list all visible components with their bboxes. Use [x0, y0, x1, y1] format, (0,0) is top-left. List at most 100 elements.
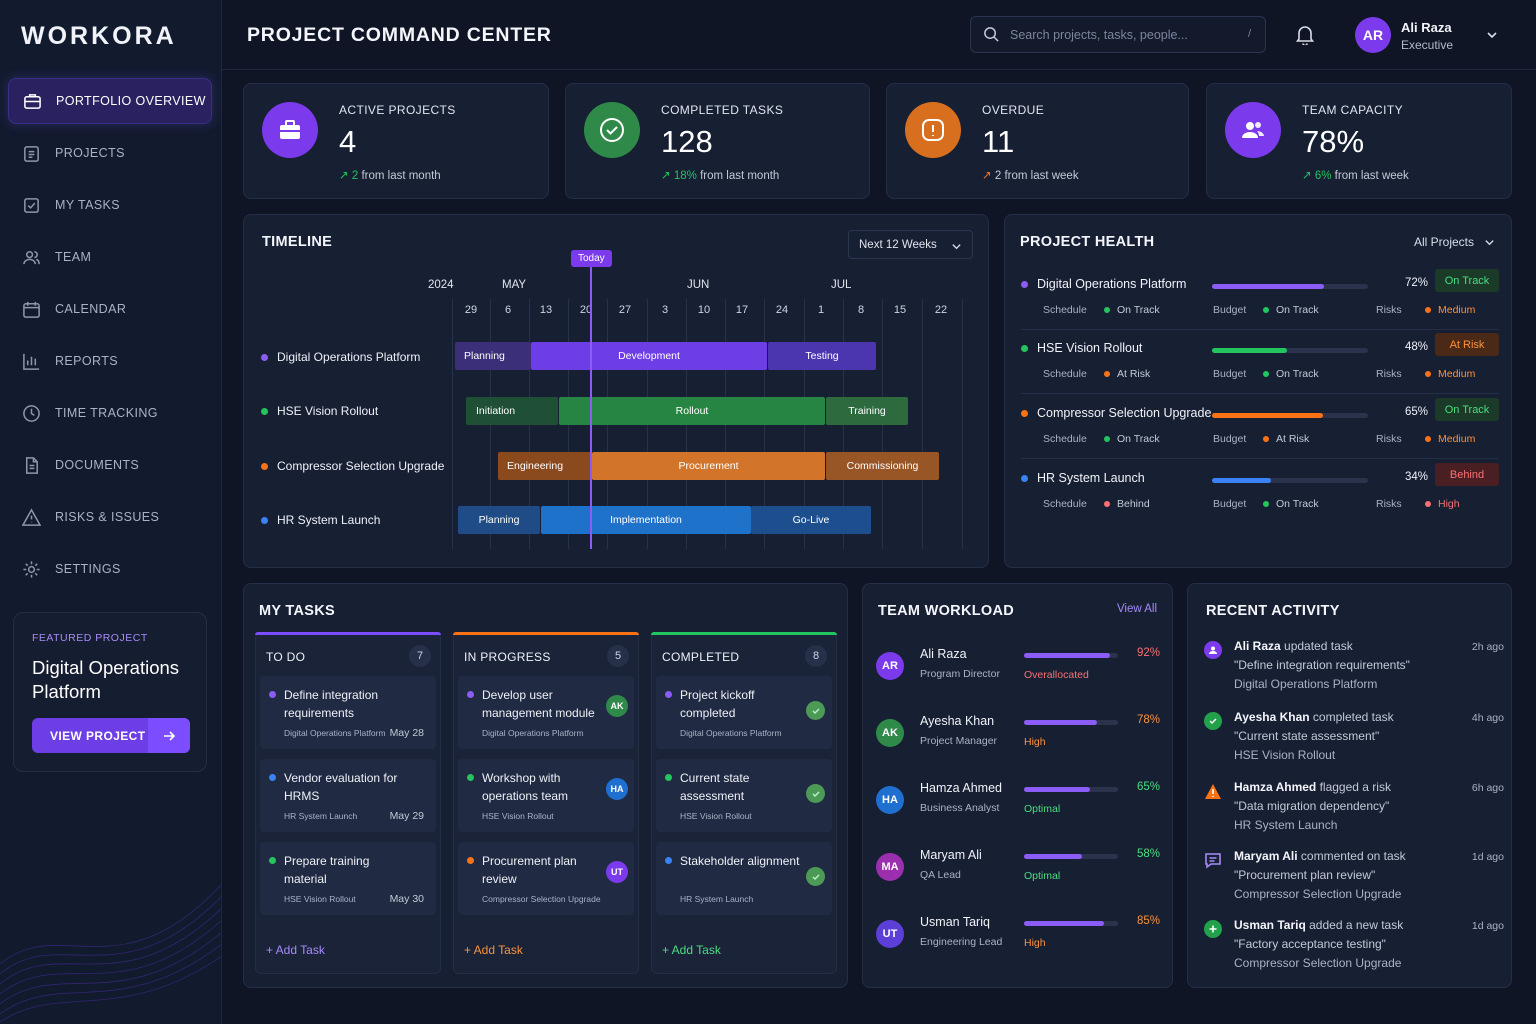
health-progress-fill — [1212, 413, 1323, 418]
nav-risks-issues[interactable]: RISKS & ISSUES — [8, 494, 212, 540]
nav-settings[interactable]: SETTINGS — [8, 546, 212, 592]
budget-status: On Track — [1263, 304, 1319, 316]
task-card[interactable]: Stakeholder alignment HR System Launch — [656, 842, 832, 915]
activity-item[interactable]: Maryam Ali commented on task "Procuremen… — [1204, 849, 1504, 909]
gantt-bar[interactable]: Planning — [455, 342, 531, 370]
workload-fill — [1024, 787, 1090, 792]
workload-track — [1024, 921, 1118, 926]
my-tasks-card: MY TASKS TO DO 7 Define integration requ… — [243, 583, 848, 988]
workload-status: Optimal — [1024, 803, 1061, 815]
nav-reports[interactable]: REPORTS — [8, 338, 212, 384]
workload-row[interactable]: AK Ayesha Khan Project Manager 78% High — [876, 714, 1161, 774]
view-all-link[interactable]: View All — [1117, 603, 1157, 615]
workload-row[interactable]: AR Ali Raza Program Director 92% Overall… — [876, 647, 1161, 707]
workload-status: Optimal — [1024, 870, 1061, 882]
nav-projects[interactable]: PROJECTS — [8, 130, 212, 176]
task-card[interactable]: Project kickoff completed Digital Operat… — [656, 676, 832, 749]
nav-my-tasks[interactable]: MY TASKS — [8, 182, 212, 228]
task-card[interactable]: Prepare training material HSE Vision Rol… — [260, 842, 436, 915]
timeline-range-select[interactable]: Next 12 Weeks — [848, 230, 973, 259]
gantt-bar[interactable]: Engineering — [498, 452, 592, 480]
nav-portfolio-overview[interactable]: PORTFOLIO OVERVIEW — [8, 78, 212, 124]
add-task-button[interactable]: + Add Task — [266, 943, 325, 957]
notification-bell-icon[interactable] — [1295, 24, 1315, 50]
activity-item[interactable]: Ayesha Khan completed task "Current stat… — [1204, 710, 1504, 770]
task-card[interactable]: Develop user management module Digital O… — [458, 676, 634, 749]
health-row[interactable]: Compressor Selection Upgrade 65% On Trac… — [1021, 398, 1499, 466]
timeline-row-label[interactable]: HR System Launch — [261, 513, 380, 527]
risks-label: Risks — [1376, 368, 1402, 380]
task-card[interactable]: Define integration requirements Digital … — [260, 676, 436, 749]
gantt-bar[interactable]: Testing — [768, 342, 876, 370]
project-filter-select[interactable]: All Projects — [1414, 235, 1495, 249]
member-role: QA Lead — [920, 869, 961, 881]
activity-item[interactable]: Hamza Ahmed flagged a risk "Data migrati… — [1204, 780, 1504, 840]
gantt-bar[interactable]: Rollout — [559, 397, 825, 425]
chevron-down-icon[interactable] — [1485, 28, 1499, 47]
team-icon — [1225, 102, 1281, 158]
recent-activity-card: RECENT ACTIVITY Ali Raza updated task "D… — [1187, 583, 1512, 988]
kpi-change: ↗ 2 from last week — [982, 170, 1079, 182]
assignee-avatar[interactable]: UT — [606, 861, 628, 883]
activity-item[interactable]: Ali Raza updated task "Define integratio… — [1204, 639, 1504, 699]
add-task-button[interactable]: + Add Task — [464, 943, 523, 957]
assignee-avatar[interactable]: AK — [606, 695, 628, 717]
task-card[interactable]: Current state assessment HSE Vision Roll… — [656, 759, 832, 832]
activity-item[interactable]: Usman Tariq added a new task "Factory ac… — [1204, 918, 1504, 978]
task-card[interactable]: Vendor evaluation for HRMS HR System Lau… — [260, 759, 436, 832]
task-project: HSE Vision Rollout — [482, 811, 554, 821]
health-progress-track — [1212, 284, 1368, 289]
today-marker-line — [590, 267, 592, 549]
activity-text: Ayesha Khan completed task — [1234, 710, 1394, 724]
workload-row[interactable]: MA Maryam Ali QA Lead 58% Optimal — [876, 848, 1161, 908]
nav-calendar[interactable]: CALENDAR — [8, 286, 212, 332]
search-input[interactable] — [1010, 27, 1230, 42]
task-project: Digital Operations Platform — [482, 728, 584, 738]
nav-time-tracking[interactable]: TIME TRACKING — [8, 390, 212, 436]
nav-team[interactable]: TEAM — [8, 234, 212, 280]
timeline-row-label[interactable]: HSE Vision Rollout — [261, 404, 378, 418]
gantt-bar[interactable]: Initiation — [466, 397, 558, 425]
member-name: Ayesha Khan — [920, 714, 995, 728]
health-row[interactable]: Digital Operations Platform 72% On Track… — [1021, 269, 1499, 337]
gantt-bar[interactable]: Development — [531, 342, 767, 370]
check-icon — [806, 867, 825, 886]
activity-time: 1d ago — [1471, 920, 1504, 932]
view-project-button[interactable]: VIEW PROJECT — [32, 718, 190, 753]
schedule-label: Schedule — [1043, 498, 1087, 510]
briefcase-icon — [262, 102, 318, 158]
add-task-button[interactable]: + Add Task — [662, 943, 721, 957]
gantt-bar[interactable]: Training — [826, 397, 908, 425]
assignee-avatar[interactable]: HA — [606, 778, 628, 800]
workload-row[interactable]: UT Usman Tariq Engineering Lead 85% High — [876, 915, 1161, 975]
gantt-bar[interactable]: Procurement — [592, 452, 825, 480]
health-percent: 65% — [1404, 406, 1428, 418]
timeline-row-label[interactable]: Digital Operations Platform — [261, 350, 420, 364]
workload-percent: 85% — [1136, 915, 1160, 927]
task-date: May 29 — [389, 810, 424, 822]
health-row[interactable]: HSE Vision Rollout 48% At Risk Schedule … — [1021, 333, 1499, 401]
gantt-bar[interactable]: Commissioning — [826, 452, 939, 480]
nav-documents[interactable]: DOCUMENTS — [8, 442, 212, 488]
gantt-bar[interactable]: Go-Live — [751, 506, 871, 534]
task-date: May 30 — [389, 893, 424, 905]
task-card[interactable]: Procurement plan review Compressor Selec… — [458, 842, 634, 915]
activity-project: HR System Launch — [1234, 818, 1338, 832]
brand-logo[interactable]: WORKORA — [21, 22, 177, 51]
timeline-day: 8 — [857, 304, 865, 316]
clipboard-icon — [24, 145, 39, 162]
search-box[interactable]: / — [970, 16, 1266, 53]
health-row[interactable]: HR System Launch 34% Behind Schedule Beh… — [1021, 463, 1499, 531]
workload-row[interactable]: HA Hamza Ahmed Business Analyst 65% Opti… — [876, 781, 1161, 841]
kpi-card-completed-tasks: COMPLETED TASKS 128 ↗ 18% from last mont… — [565, 83, 870, 199]
warning-icon — [22, 507, 41, 526]
timeline-row-label[interactable]: Compressor Selection Upgrade — [261, 459, 444, 473]
task-title: Prepare training material — [284, 854, 370, 886]
task-column-in-progress: IN PROGRESS 5 Develop user management mo… — [453, 632, 639, 974]
gantt-bar[interactable]: Implementation — [541, 506, 751, 534]
user-avatar[interactable]: AR — [1355, 17, 1391, 53]
member-avatar: MA — [876, 853, 904, 881]
gantt-bar[interactable]: Planning — [458, 506, 540, 534]
task-card[interactable]: Workshop with operations team HSE Vision… — [458, 759, 634, 832]
row-dot — [261, 462, 268, 470]
